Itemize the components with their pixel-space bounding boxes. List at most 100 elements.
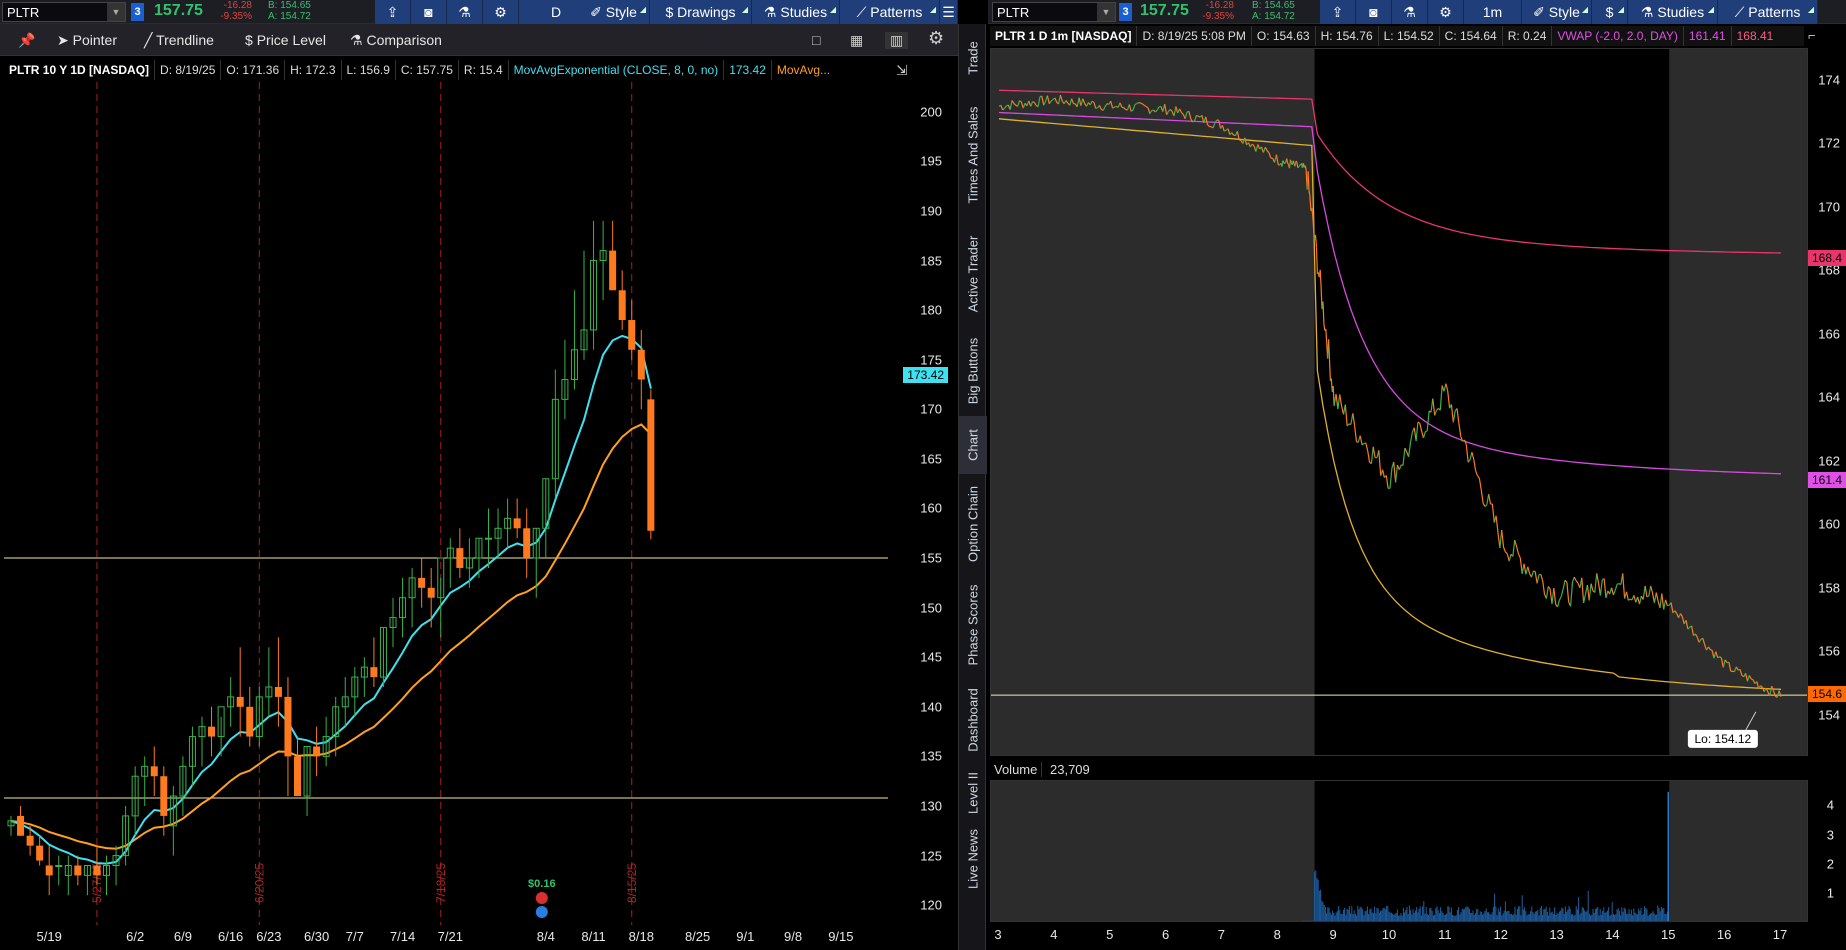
price-tick-label: 150 — [920, 600, 942, 616]
price-segment — [1642, 585, 1646, 600]
right-flask-button[interactable]: ⚗ — [1392, 0, 1428, 24]
left-studies-button[interactable]: ⚗ Studies ◢ — [752, 0, 840, 24]
price-segment — [1436, 407, 1439, 411]
tab-times-and-sales[interactable]: Times And Sales — [959, 90, 987, 220]
right-info-v2: 168.41 — [1736, 29, 1774, 43]
volume-chart[interactable] — [990, 780, 1808, 922]
price-segment — [1382, 469, 1385, 478]
time-tick-label: 6/9 — [173, 929, 192, 944]
price-segment — [1278, 163, 1281, 166]
right-time-axis[interactable]: 3 4 5 6 7 8 9 10 11 12 13 14 15 16 17 — [990, 922, 1808, 950]
right-snapshot-button[interactable]: ◙ — [1356, 0, 1392, 24]
left-price-axis[interactable]: 200 195 190 185 180 175 170 165 160 155 150 145 140 1… — [888, 82, 956, 925]
price-segment — [1517, 553, 1521, 559]
tab-option-chain[interactable]: Option Chain — [959, 476, 987, 572]
price-segment — [1566, 582, 1570, 603]
tab-chart[interactable]: Chart — [959, 416, 987, 474]
right-settings-button[interactable]: ⚙ — [1428, 0, 1464, 24]
left-time-axis[interactable]: 5/19 6/2 6/9 6/16 6/23 6/30 7/7 7/14 7/21 8/4 8/11… — [4, 925, 888, 950]
price-segment — [1471, 452, 1475, 460]
time-tick-label: 9/8 — [784, 929, 803, 944]
price-segment — [1542, 580, 1546, 595]
left-share-button[interactable]: ⇪ — [375, 0, 411, 24]
tab-level-ii[interactable]: Level II — [959, 764, 987, 822]
expand-chart-icon[interactable]: ⇲ — [896, 62, 908, 79]
price-segment — [1491, 504, 1495, 523]
candle-body — [284, 696, 292, 757]
price-segment — [1415, 421, 1419, 442]
left-menu-button[interactable]: ☰ — [940, 0, 958, 24]
right-info-more-icon[interactable]: ⌐ — [1808, 28, 1816, 43]
tab-big-buttons[interactable]: Big Buttons — [959, 328, 987, 414]
left-snapshot-button[interactable]: ◙ — [411, 0, 447, 24]
vwap-tag: 161.4 — [1807, 471, 1846, 488]
left-style-button[interactable]: ✐ Style ◢ — [578, 0, 650, 24]
info-icon — [535, 906, 548, 918]
left-drawings-button[interactable]: $ Drawings ◢ — [650, 0, 752, 24]
price-segment — [1325, 328, 1328, 343]
price-level-tool[interactable]: $ Price Level — [245, 32, 326, 48]
trendline-tool[interactable]: ╱ Trendline — [144, 32, 214, 49]
price-segment — [1393, 461, 1397, 483]
tab-trade[interactable]: Trade — [959, 30, 987, 86]
price-segment — [1527, 566, 1531, 574]
price-tick-label: 155 — [920, 550, 942, 566]
candle-body — [418, 577, 426, 588]
price-tick-label: 174 — [1818, 72, 1840, 88]
chart-settings-icon[interactable]: ⚙ — [928, 28, 944, 49]
right-share-button[interactable]: ⇪ — [1320, 0, 1356, 24]
volume-header: Volume 23,709 — [990, 760, 1094, 780]
right-price-axis[interactable]: 174 172 170 168 166 164 162 160 158 156 154 168.4 … — [1807, 48, 1846, 756]
grid-layout-icon[interactable]: ▦ — [850, 32, 863, 49]
right-link-badge[interactable]: 3 — [1119, 3, 1132, 21]
price-segment — [1354, 425, 1358, 442]
price-segment — [1605, 590, 1609, 599]
right-change: -16.28 -9.35% — [1200, 0, 1234, 22]
right-symbol-input[interactable]: PLTR ▼ — [992, 2, 1116, 22]
candle-body — [55, 864, 63, 867]
camera-icon: ◙ — [424, 4, 433, 20]
right-price-chart[interactable]: Lo: 154.12 — [990, 48, 1808, 756]
left-info-bar: PLTR 10 Y 1D [NASDAQ] D: 8/19/25 O: 171.36… — [4, 60, 884, 80]
right-patterns-button[interactable]: ⟋ Patterns ◢ — [1718, 0, 1818, 24]
right-studies-button[interactable]: ⚗ Studies ◢ — [1628, 0, 1718, 24]
candle-body — [628, 320, 636, 350]
price-segment — [1385, 475, 1389, 489]
single-layout-icon[interactable]: □ — [812, 32, 820, 48]
price-segment — [1545, 586, 1549, 599]
right-symbol-dropdown-icon[interactable]: ▼ — [1097, 3, 1115, 21]
left-link-badge[interactable]: 3 — [131, 3, 144, 21]
tab-active-trader[interactable]: Active Trader — [959, 224, 987, 324]
tab-dashboard[interactable]: Dashboard — [959, 678, 987, 762]
volume-tick-label: 3 — [1826, 827, 1834, 843]
candle-body — [427, 587, 435, 598]
drawing-icon: $ — [665, 4, 674, 20]
tab-phase-scores[interactable]: Phase Scores — [959, 576, 987, 674]
price-segment — [1439, 385, 1443, 411]
right-period-button[interactable]: 1m — [1464, 0, 1522, 24]
price-segment — [1299, 164, 1301, 166]
left-change: -16.28 -9.35% — [218, 0, 252, 22]
ema-value-tag: 173.42 — [903, 367, 948, 384]
pin-icon[interactable]: 📌 — [18, 32, 35, 49]
comparison-tool[interactable]: ⚗ Comparison — [350, 32, 442, 49]
right-drawings-button[interactable]: $ ◢ — [1592, 0, 1628, 24]
time-tick-label: 6/23 — [256, 929, 282, 944]
price-segment — [1473, 459, 1477, 471]
left-price-chart[interactable]: 5/27/25 6/20/25 7/18/25 8/15/25 $0.16 — [4, 82, 888, 925]
pointer-tool[interactable]: ➤ Pointer — [57, 32, 117, 49]
right-style-button[interactable]: ✐ Style ◢ — [1522, 0, 1592, 24]
left-symbol-dropdown-icon[interactable]: ▼ — [107, 3, 125, 21]
price-tick-label: 130 — [920, 798, 942, 814]
left-flask-button[interactable]: ⚗ — [447, 0, 483, 24]
chart-grid-icon[interactable]: ▥ — [885, 32, 909, 49]
left-settings-button[interactable]: ⚙ — [483, 0, 519, 24]
tab-live-news[interactable]: Live News — [959, 824, 987, 894]
price-segment — [1575, 580, 1579, 584]
price-segment — [1530, 570, 1534, 578]
left-patterns-button[interactable]: ⟋ Patterns ◢ — [840, 0, 940, 24]
camera-icon: ◙ — [1369, 4, 1378, 20]
price-segment — [1558, 595, 1562, 601]
volume-axis[interactable]: 4 3 2 1 — [1808, 780, 1846, 922]
left-symbol-input[interactable]: PLTR ▼ — [2, 2, 126, 22]
